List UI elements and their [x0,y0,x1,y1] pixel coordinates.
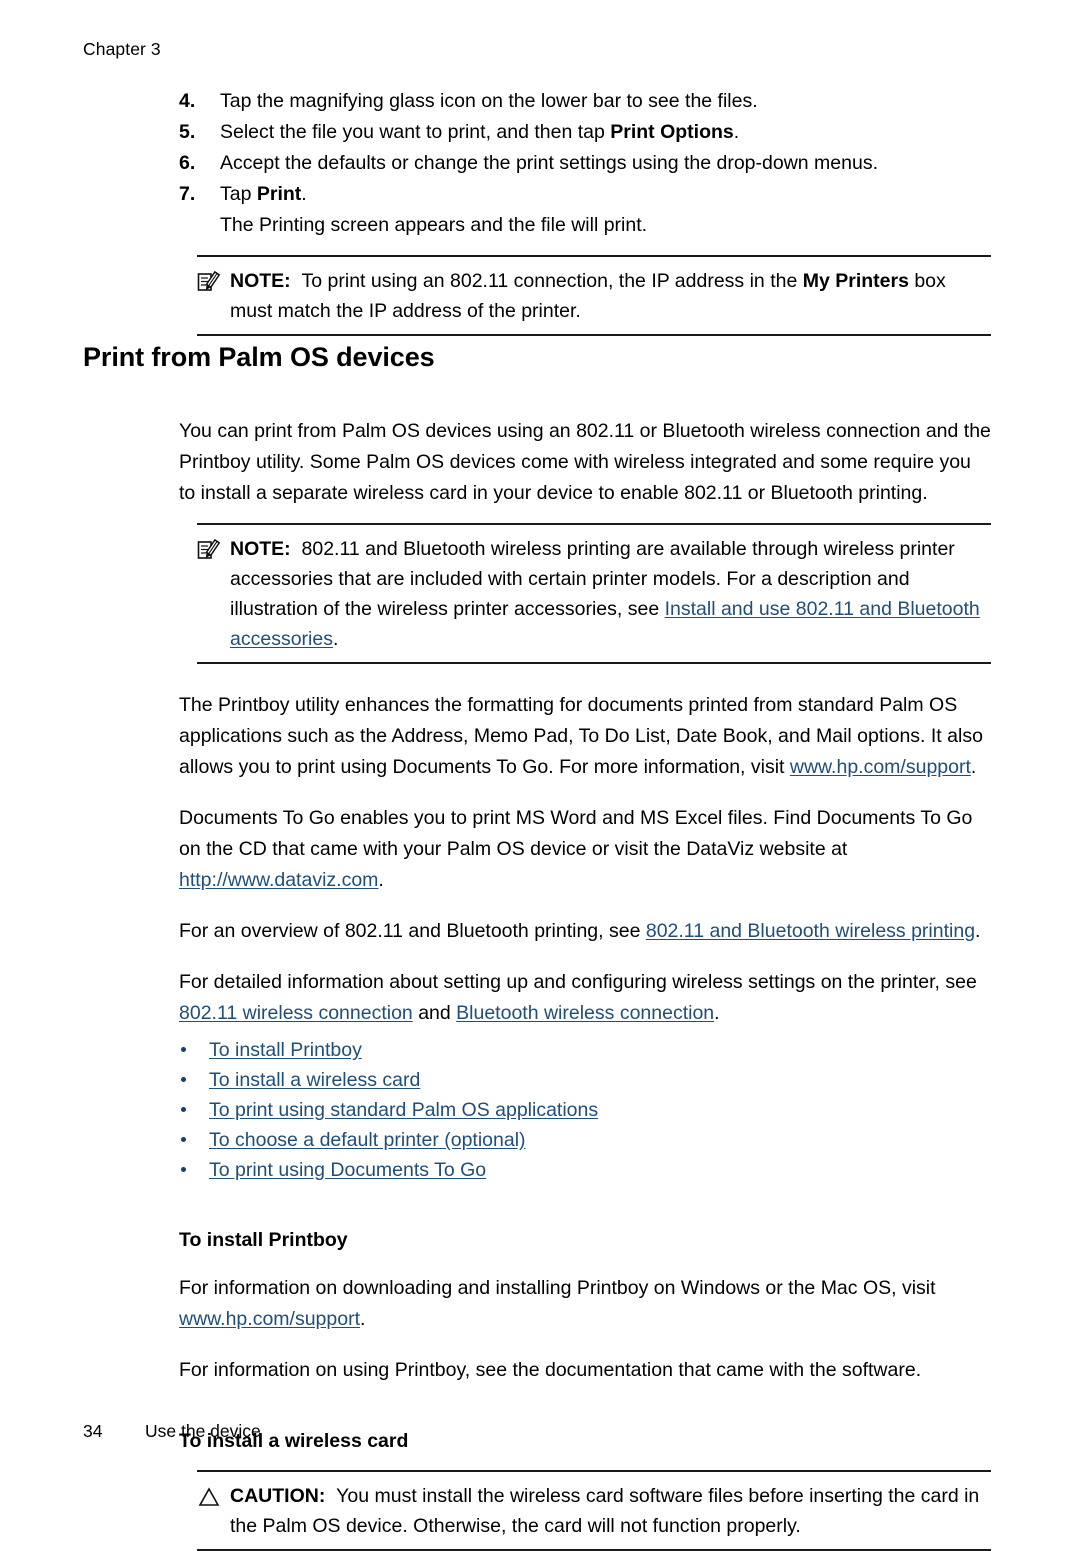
caution-text: You must install the wireless card softw… [230,1485,980,1537]
link-to-print-using-standard-palm-os-applications[interactable]: To print using standard Palm OS applicat… [209,1099,598,1121]
step-text-tail: . [301,183,307,205]
note-label: NOTE: [230,538,291,560]
list-item: 6. Accept the defaults or change the pri… [179,148,991,179]
step-text: Accept the defaults or change the print … [220,152,878,174]
footer-page-number: 34 [83,1421,103,1441]
link-bluetooth-wireless-connection[interactable]: Bluetooth wireless connection [456,1002,714,1024]
note-body: NOTE: To print using an 802.11 connection… [197,266,991,326]
note-pencil-icon [197,270,221,294]
link-80211-bluetooth-wireless-printing[interactable]: 802.11 and Bluetooth wireless printing [646,920,975,942]
step-text: Select the file you want to print, and t… [220,121,611,143]
section-intro-paragraph: You can print from Palm OS devices using… [179,420,991,504]
note-box-ip-address: NOTE: To print using an 802.11 connection… [197,255,991,336]
running-head: Chapter 3 [83,39,161,59]
printboy-text-tail: . [970,756,977,778]
detail-text-tail: . [714,1002,720,1024]
link-hp-support-2[interactable]: www.hp.com/support [179,1308,360,1330]
list-item: 4. Tap the magnifying glass icon on the … [179,86,991,117]
note-text-tail: . [332,628,339,650]
install-printboy-paragraph-2: For information on using Printboy, see t… [179,1359,922,1381]
page-title: Print from Palm OS devices [83,342,435,372]
bullet-icon [181,1047,186,1052]
detail-text-mid: and [412,1002,457,1024]
step-text: Tap the magnifying glass icon on the low… [220,90,758,112]
bullet-icon [181,1107,186,1112]
note-text-bold: My Printers [802,270,909,292]
link-to-install-a-wireless-card[interactable]: To install a wireless card [209,1069,420,1091]
overview-text: For an overview of 802.11 and Bluetooth … [179,920,646,942]
subsection-heading-install-printboy: To install Printboy [179,1229,348,1251]
note-pencil-icon [197,538,221,562]
note-body: NOTE: 802.11 and Bluetooth wireless print… [197,534,991,654]
install-printboy-text: For information on downloading and insta… [179,1277,936,1299]
list-item: To print using standard Palm OS applicat… [179,1095,991,1125]
bullet-icon [181,1167,186,1172]
dataviz-paragraph: Documents To Go enables you to print MS … [179,803,991,896]
subsection-heading-install-wireless-card: To install a wireless card [179,1430,409,1452]
detailed-info-paragraph: For detailed information about setting u… [179,967,991,1029]
install-printboy-paragraph-1: For information on downloading and insta… [179,1273,991,1335]
link-to-install-printboy[interactable]: To install Printboy [209,1039,362,1061]
list-item: To print using Documents To Go [179,1155,991,1185]
link-to-choose-a-default-printer[interactable]: To choose a default printer (optional) [209,1129,526,1151]
list-item: 7. Tap Print. [179,179,991,210]
link-to-print-using-documents-to-go[interactable]: To print using Documents To Go [209,1159,486,1181]
page-footer: 34 Use the device [83,1420,261,1442]
dataviz-text-tail: . [378,869,384,891]
bullet-icon [181,1077,186,1082]
document-page: Chapter 3 4. Tap the magnifying glass ic… [0,0,1080,1551]
step-number: 4. [179,90,196,112]
list-item: To install Printboy [179,1035,991,1065]
step-number: 6. [179,152,196,174]
link-hp-support-1[interactable]: www.hp.com/support [790,756,971,778]
list-item: To install a wireless card [179,1065,991,1095]
bullet-icon [181,1137,186,1142]
step-text-bold: Print [256,183,302,205]
step-text: Tap [220,183,257,205]
related-topics-list: To install Printboy To install a wireles… [179,1035,991,1185]
link-dataviz-website[interactable]: http://www.dataviz.com [179,869,378,891]
dataviz-text: Documents To Go enables you to print MS … [179,807,973,860]
link-80211-wireless-connection[interactable]: 802.11 wireless connection [179,1002,413,1024]
caution-body: CAUTION: You must install the wireless ca… [197,1481,991,1541]
note-text: To print using an 802.11 connection, the… [301,270,803,292]
overview-paragraph: For an overview of 802.11 and Bluetooth … [179,916,991,947]
list-item: To choose a default printer (optional) [179,1125,991,1155]
step-number: 5. [179,121,196,143]
footer-section-name: Use the device [145,1421,261,1441]
install-printboy-text-tail: . [360,1308,366,1330]
step-continuation-text: The Printing screen appears and the file… [220,214,648,236]
note-box-wireless-accessories: NOTE: 802.11 and Bluetooth wireless print… [197,523,991,664]
detail-text: For detailed information about setting u… [179,971,977,993]
step-number: 7. [179,183,196,205]
step-text-bold: Print Options [610,121,734,143]
page-content: 4. Tap the magnifying glass icon on the … [179,86,991,1551]
list-item: 5. Select the file you want to print, an… [179,117,991,148]
numbered-steps-list: 4. Tap the magnifying glass icon on the … [179,86,991,210]
warning-triangle-icon [197,1485,221,1509]
caution-box-wireless-card: CAUTION: You must install the wireless ca… [197,1470,991,1551]
overview-text-tail: . [975,920,981,942]
note-label: NOTE: [230,270,291,292]
caution-label: CAUTION: [230,1485,326,1507]
step-text-tail: . [733,121,740,143]
printboy-utility-paragraph: The Printboy utility enhances the format… [179,690,991,783]
